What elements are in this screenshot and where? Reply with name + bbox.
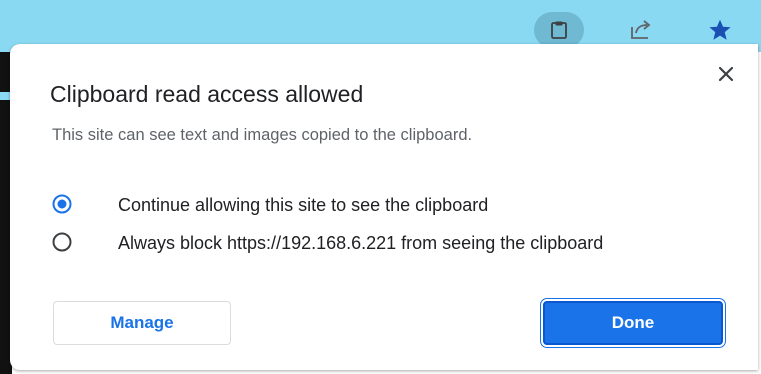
bookmark-button[interactable] <box>700 12 740 48</box>
option-block-label: Always block https://192.168.6.221 from … <box>118 233 604 253</box>
dialog-description: This site can see text and images copied… <box>52 126 473 144</box>
close-icon <box>718 66 734 82</box>
manage-button[interactable]: Manage <box>53 301 231 345</box>
clipboard-permission-dialog: Clipboard read access allowed This site … <box>10 44 758 370</box>
radio-selected-icon[interactable] <box>52 194 72 214</box>
share-icon <box>631 20 651 39</box>
clipboard-icon <box>551 21 567 39</box>
option-always-block[interactable]: Always block https://192.168.6.221 from … <box>52 230 708 256</box>
radio-unselected-icon[interactable] <box>52 232 72 252</box>
dialog-title: Clipboard read access allowed <box>50 81 364 107</box>
close-button[interactable] <box>712 60 740 88</box>
option-continue-label: Continue allowing this site to see the c… <box>118 195 489 215</box>
clipboard-permission-button[interactable] <box>534 12 584 48</box>
option-continue-allowing[interactable]: Continue allowing this site to see the c… <box>52 192 708 218</box>
done-button[interactable]: Done <box>543 301 723 345</box>
share-button[interactable] <box>622 12 662 48</box>
bookmark-star-icon <box>709 19 731 40</box>
